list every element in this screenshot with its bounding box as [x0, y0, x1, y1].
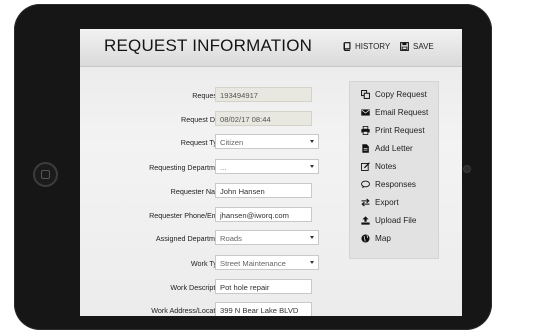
page-header: REQUEST INFORMATION HISTORY SAVE	[80, 29, 462, 67]
copy-request-action[interactable]: Copy Request	[361, 90, 427, 99]
work-description-input[interactable]: Pot hole repair	[215, 279, 312, 294]
actions-panel: Copy Request Email Request Print Request	[349, 81, 439, 259]
responses-label: Responses	[375, 180, 416, 189]
assigned-department-select[interactable]: Roads	[215, 230, 319, 245]
edit-icon	[361, 162, 370, 171]
responses-action[interactable]: Responses	[361, 180, 416, 189]
floppy-disk-icon	[400, 42, 409, 51]
notes-label: Notes	[375, 162, 397, 171]
form-row-request-date: Request Date: 08/02/17 08:44	[80, 111, 340, 129]
email-request-label: Email Request	[375, 108, 429, 117]
form-row-work-address: Work Address/Location: 399 N Bear Lake B…	[80, 302, 340, 316]
notes-action[interactable]: Notes	[361, 162, 396, 171]
tablet-frame: REQUEST INFORMATION HISTORY SAVE Request…	[14, 4, 492, 330]
add-letter-label: Add Letter	[375, 144, 413, 153]
save-button[interactable]: SAVE	[400, 42, 434, 51]
home-button[interactable]	[33, 162, 58, 187]
requesting-department-value: ...	[220, 163, 227, 172]
assigned-department-value: Roads	[220, 234, 242, 243]
request-type-value: Citizen	[220, 138, 244, 147]
exchange-icon	[361, 198, 370, 207]
book-icon	[343, 42, 351, 51]
document-icon	[362, 144, 369, 153]
requesting-department-select[interactable]: ...	[215, 159, 319, 174]
envelope-icon	[361, 109, 370, 116]
print-request-label: Print Request	[375, 126, 425, 135]
map-action[interactable]: Map	[361, 234, 391, 243]
form-row-requesting-department: Requesting Department: ...	[80, 159, 340, 177]
requester-name-input[interactable]: John Hansen	[215, 183, 312, 198]
history-label: HISTORY	[355, 42, 391, 51]
copy-request-label: Copy Request	[375, 90, 427, 99]
export-label: Export	[375, 198, 399, 207]
work-type-select[interactable]: Street Maintenance	[215, 255, 319, 270]
form-row-work-description: Work Description: Pot hole repair	[80, 279, 340, 297]
email-request-action[interactable]: Email Request	[361, 108, 428, 117]
history-button[interactable]: HISTORY	[342, 42, 390, 51]
request-type-select[interactable]: Citizen	[215, 134, 319, 149]
work-address-input[interactable]: 399 N Bear Lake BLVD	[215, 302, 312, 316]
add-letter-action[interactable]: Add Letter	[361, 144, 413, 153]
print-request-action[interactable]: Print Request	[361, 126, 425, 135]
form-row-assigned-department: Assigned Department: Roads	[80, 230, 340, 248]
map-label: Map	[375, 234, 391, 243]
export-action[interactable]: Export	[361, 198, 399, 207]
app-screen: REQUEST INFORMATION HISTORY SAVE Request…	[80, 29, 462, 316]
work-type-value: Street Maintenance	[220, 259, 286, 268]
form-row-requester-contact: Requester Phone/Email: jhansen@iworq.com	[80, 207, 340, 225]
save-label: SAVE	[413, 42, 434, 51]
dropdown-caret-icon	[310, 165, 314, 168]
dropdown-caret-icon	[310, 236, 314, 239]
printer-icon	[361, 126, 370, 135]
request-number-field: 193494917	[215, 87, 312, 102]
dropdown-caret-icon	[310, 140, 314, 143]
upload-icon	[361, 216, 370, 225]
form-row-request-type: Request Type: Citizen	[80, 134, 340, 152]
comment-icon	[361, 180, 370, 189]
copy-icon	[361, 90, 370, 99]
camera-icon	[463, 165, 471, 173]
globe-icon	[361, 234, 370, 243]
upload-file-action[interactable]: Upload File	[361, 216, 416, 225]
form-row-request-number: Request #: 193494917	[80, 87, 340, 105]
requester-contact-input[interactable]: jhansen@iworq.com	[215, 207, 312, 222]
dropdown-caret-icon	[310, 261, 314, 264]
form-row-work-type: Work Type: Street Maintenance	[80, 255, 340, 273]
request-date-field: 08/02/17 08:44	[215, 111, 312, 126]
form-row-requester-name: Requester Name: John Hansen	[80, 183, 340, 201]
upload-file-label: Upload File	[375, 216, 417, 225]
page-title: REQUEST INFORMATION	[104, 36, 313, 55]
